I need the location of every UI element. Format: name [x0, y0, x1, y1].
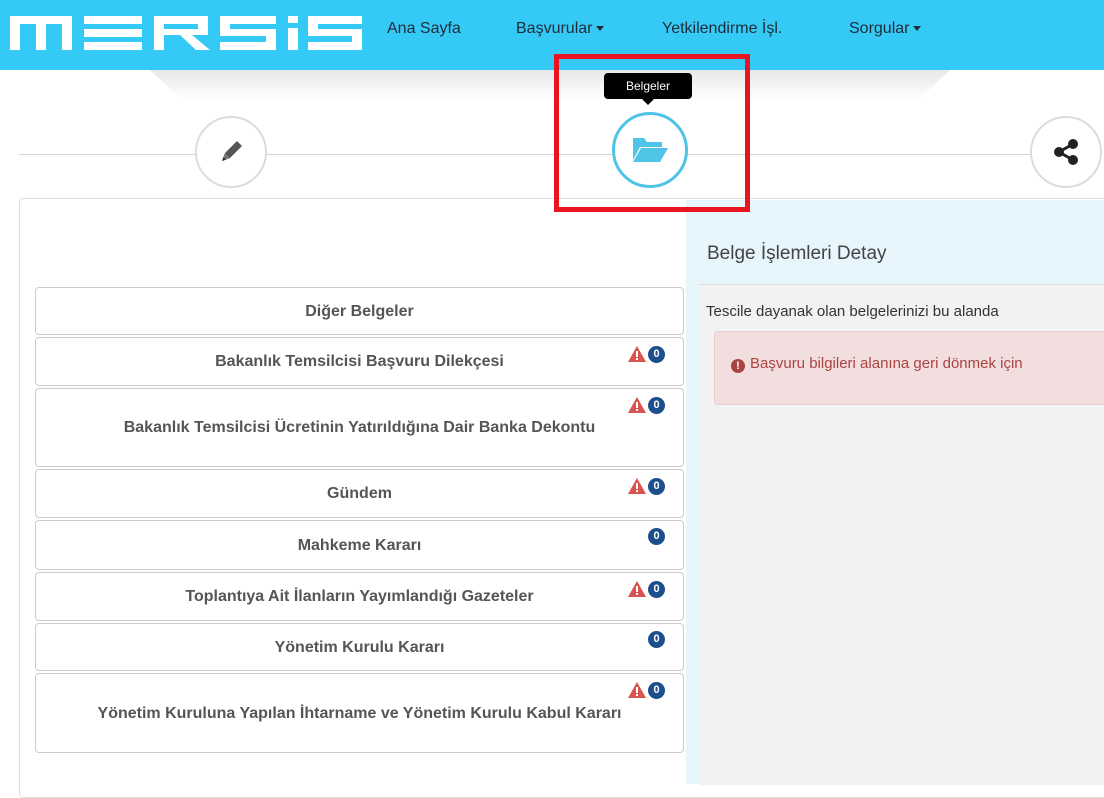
list-item-document[interactable]: Mahkeme Kararı 0 [35, 520, 684, 570]
detail-body: Tescile dayanak olan belgelerinizi bu al… [700, 284, 1104, 785]
highlight-box [554, 54, 750, 212]
nav-sorgular[interactable]: Sorgular [849, 20, 922, 38]
badge-group: 0 [648, 631, 665, 648]
list-item-label: Yönetim Kurulu Kararı [274, 638, 445, 656]
count-badge: 0 [648, 528, 665, 545]
count-badge: 0 [648, 345, 665, 363]
step-share-button[interactable] [1030, 116, 1102, 188]
share-icon [1054, 139, 1078, 165]
top-navbar: Ana Sayfa Başvurular Yetkilendirme İşl. … [0, 0, 1104, 70]
warning-icon [628, 478, 646, 494]
pencil-icon [222, 141, 242, 161]
count-badge: 0 [648, 477, 665, 495]
alert-box: ! Başvuru bilgileri alanına geri dönmek i… [714, 331, 1104, 405]
badge-group: 0 [627, 345, 665, 363]
list-item-document[interactable]: Gündem 0 [35, 469, 684, 518]
list-item-diger-belgeler[interactable]: Diğer Belgeler [35, 287, 684, 335]
list-item-document[interactable]: Bakanlık Temsilcisi Başvuru Dilekçesi 0 [35, 337, 684, 386]
caret-down-icon [596, 26, 605, 32]
mersis-logo[interactable] [8, 4, 364, 60]
list-item-label: Mahkeme Kararı [297, 536, 422, 554]
count-badge: 0 [648, 631, 665, 648]
badge-group: 0 [648, 528, 665, 545]
nav-sorgular-label: Sorgular [849, 20, 910, 37]
list-item-document[interactable]: Bakanlık Temsilcisi Ücretinin Yatırıldığ… [35, 388, 684, 467]
badge-group: 0 [627, 477, 665, 495]
exclamation-circle-icon: ! [731, 359, 745, 373]
warning-icon [628, 346, 646, 362]
nav-ana-sayfa[interactable]: Ana Sayfa [387, 20, 461, 38]
badge-group: 0 [627, 681, 665, 699]
nav-yetkilendirme-label: Yetkilendirme İşl. [662, 20, 783, 37]
warning-icon [628, 397, 646, 413]
nav-basvurular-label: Başvurular [516, 20, 593, 37]
list-item-label: Yönetim Kuruluna Yapılan İhtarname ve Yö… [97, 704, 622, 722]
warning-icon [628, 682, 646, 698]
wizard-background [150, 70, 950, 100]
list-item-label: Bakanlık Temsilcisi Başvuru Dilekçesi [215, 353, 504, 370]
caret-down-icon [913, 26, 922, 32]
wizard-connector [19, 154, 195, 155]
detail-description: Tescile dayanak olan belgelerinizi bu al… [706, 303, 999, 320]
list-item-document[interactable]: Yönetim Kurulu Kararı 0 [35, 623, 684, 671]
detail-title: Belge İşlemleri Detay [707, 243, 887, 264]
list-item-label: Bakanlık Temsilcisi Ücretinin Yatırıldığ… [123, 419, 596, 436]
list-item-document[interactable]: Yönetim Kuruluna Yapılan İhtarname ve Yö… [35, 673, 684, 753]
count-badge: 0 [648, 580, 665, 598]
list-item-label: Gündem [327, 485, 392, 502]
alert-text: Başvuru bilgileri alanına geri dönmek iç… [750, 355, 1023, 372]
nav-basvurular[interactable]: Başvurular [516, 20, 605, 38]
list-item-label: Diğer Belgeler [305, 302, 414, 320]
count-badge: 0 [648, 396, 665, 414]
badge-group: 0 [627, 396, 665, 414]
nav-yetkilendirme[interactable]: Yetkilendirme İşl. [662, 20, 782, 38]
nav-ana-sayfa-label: Ana Sayfa [387, 20, 461, 37]
badge-group: 0 [627, 580, 665, 598]
alert-message[interactable]: ! Başvuru bilgileri alanına geri dönmek i… [731, 355, 1023, 373]
warning-icon [628, 581, 646, 597]
count-badge: 0 [648, 681, 665, 699]
list-item-document[interactable]: Toplantıya Ait İlanların Yayımlandığı Ga… [35, 572, 684, 621]
list-item-label: Toplantıya Ait İlanların Yayımlandığı Ga… [185, 588, 534, 605]
step-edit-button[interactable] [195, 116, 267, 188]
